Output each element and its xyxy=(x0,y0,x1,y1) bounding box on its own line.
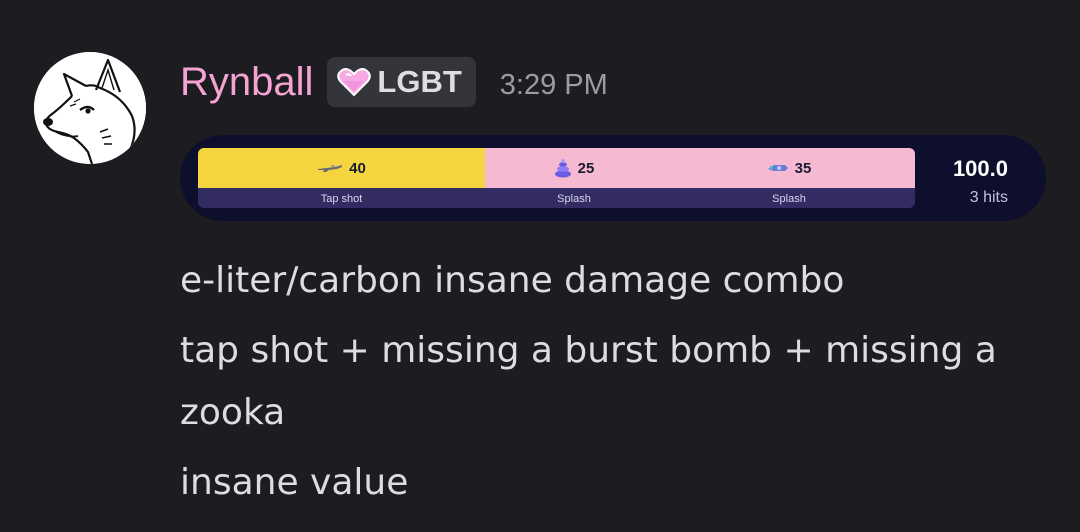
burst-bomb-icon xyxy=(554,158,572,178)
fox-avatar-icon xyxy=(34,52,146,164)
damage-calculator-embed: 40 25 35 Tap shot Splash Splash 100.0 3 … xyxy=(180,135,1046,221)
message-header: Rynball LGBT 3:29 PM xyxy=(180,56,608,108)
damage-segment-tap-shot: 40 xyxy=(198,148,485,188)
total-value: 100.0 xyxy=(952,156,1008,181)
message-text-line: insane value xyxy=(180,462,409,503)
username[interactable]: Rynball xyxy=(180,60,313,105)
hit-count: 3 hits xyxy=(969,189,1008,206)
damage-segment-splash-2: 35 xyxy=(663,148,915,188)
role-tag[interactable]: LGBT xyxy=(327,57,476,107)
zooka-icon xyxy=(767,162,789,174)
avatar[interactable] xyxy=(34,52,146,164)
damage-segment-splash-1: 25 xyxy=(485,148,663,188)
damage-total: 100.0 3 hits xyxy=(953,155,1008,209)
damage-bar: 40 25 35 Tap shot Splash Splash xyxy=(198,148,915,208)
segment-label: Splash xyxy=(557,193,591,205)
chat-message: Rynball LGBT 3:29 PM 40 25 35 Tap shot S… xyxy=(0,0,1080,532)
segment-value: 40 xyxy=(349,159,366,177)
message-content: e-liter/carbon insane damage combo tap s… xyxy=(180,250,1040,514)
pink-heart-icon xyxy=(337,68,372,97)
segment-label: Splash xyxy=(772,193,806,205)
segment-value: 25 xyxy=(577,159,595,177)
segment-value: 35 xyxy=(794,159,812,177)
message-text-line: tap shot + missing a burst bomb + missin… xyxy=(180,330,997,433)
role-label: LGBT xyxy=(377,64,462,99)
message-text-line: e-liter/carbon insane damage combo xyxy=(180,260,845,301)
timestamp[interactable]: 3:29 PM xyxy=(500,69,608,102)
rifle-icon xyxy=(317,163,343,173)
segment-label: Tap shot xyxy=(320,193,363,205)
